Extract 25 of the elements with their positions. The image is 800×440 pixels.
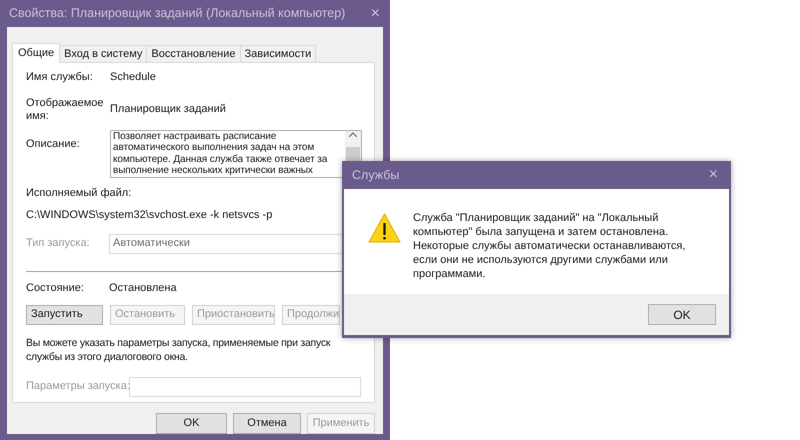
status-value: Остановлена	[109, 281, 177, 296]
field-label: Исполняемый файл:	[26, 186, 132, 201]
tab[interactable]: Зависимости	[240, 44, 316, 62]
display-name-value: Планировщик заданий	[110, 102, 226, 118]
field-label: Имя службы:	[26, 70, 94, 85]
service-name-value: Schedule	[110, 70, 156, 85]
field-label: Состояние:	[26, 281, 85, 296]
field-label: Параметры запуска:	[26, 379, 129, 394]
dialog-button[interactable]: OK	[156, 413, 227, 434]
description-text: Позволяет настраивать расписание автоматического выполнения задач на этом компьютере. Данная служба также отвечает за выполнение нескольких критически важных	[112, 130, 328, 177]
ok-button[interactable]: OK	[648, 304, 716, 325]
dialog-button[interactable]: Отмена	[233, 413, 301, 434]
tab[interactable]: Общие	[12, 42, 60, 63]
message-text: Служба "Планировщик заданий" на "Локальный компьютер" была запущена и затем остановлена. Некоторые службы автоматически останавливаются, если они не используются другими службами или программами.	[413, 211, 686, 282]
scroll-up-icon[interactable]	[349, 132, 357, 137]
scrollbar-thumb[interactable]	[346, 146, 360, 161]
window-title: Свойства: Планировщик заданий (Локальный компьютер)	[9, 5, 346, 22]
warning-icon	[368, 213, 401, 243]
field-label: Описание:	[26, 136, 81, 152]
field-label: Отображаемое имя:	[26, 96, 105, 123]
field-label: Тип запуска:	[26, 236, 91, 252]
service-button[interactable]: Запустить	[26, 304, 103, 325]
tab[interactable]: Вход в систему	[59, 44, 148, 62]
executable-path: C:\WINDOWS\system32\svchost.exe -k netsvcs -p	[26, 208, 274, 223]
hint-text: Вы можете указать параметры запуска, применяемые при запуск службы из этого диалогового окна.	[26, 336, 332, 364]
